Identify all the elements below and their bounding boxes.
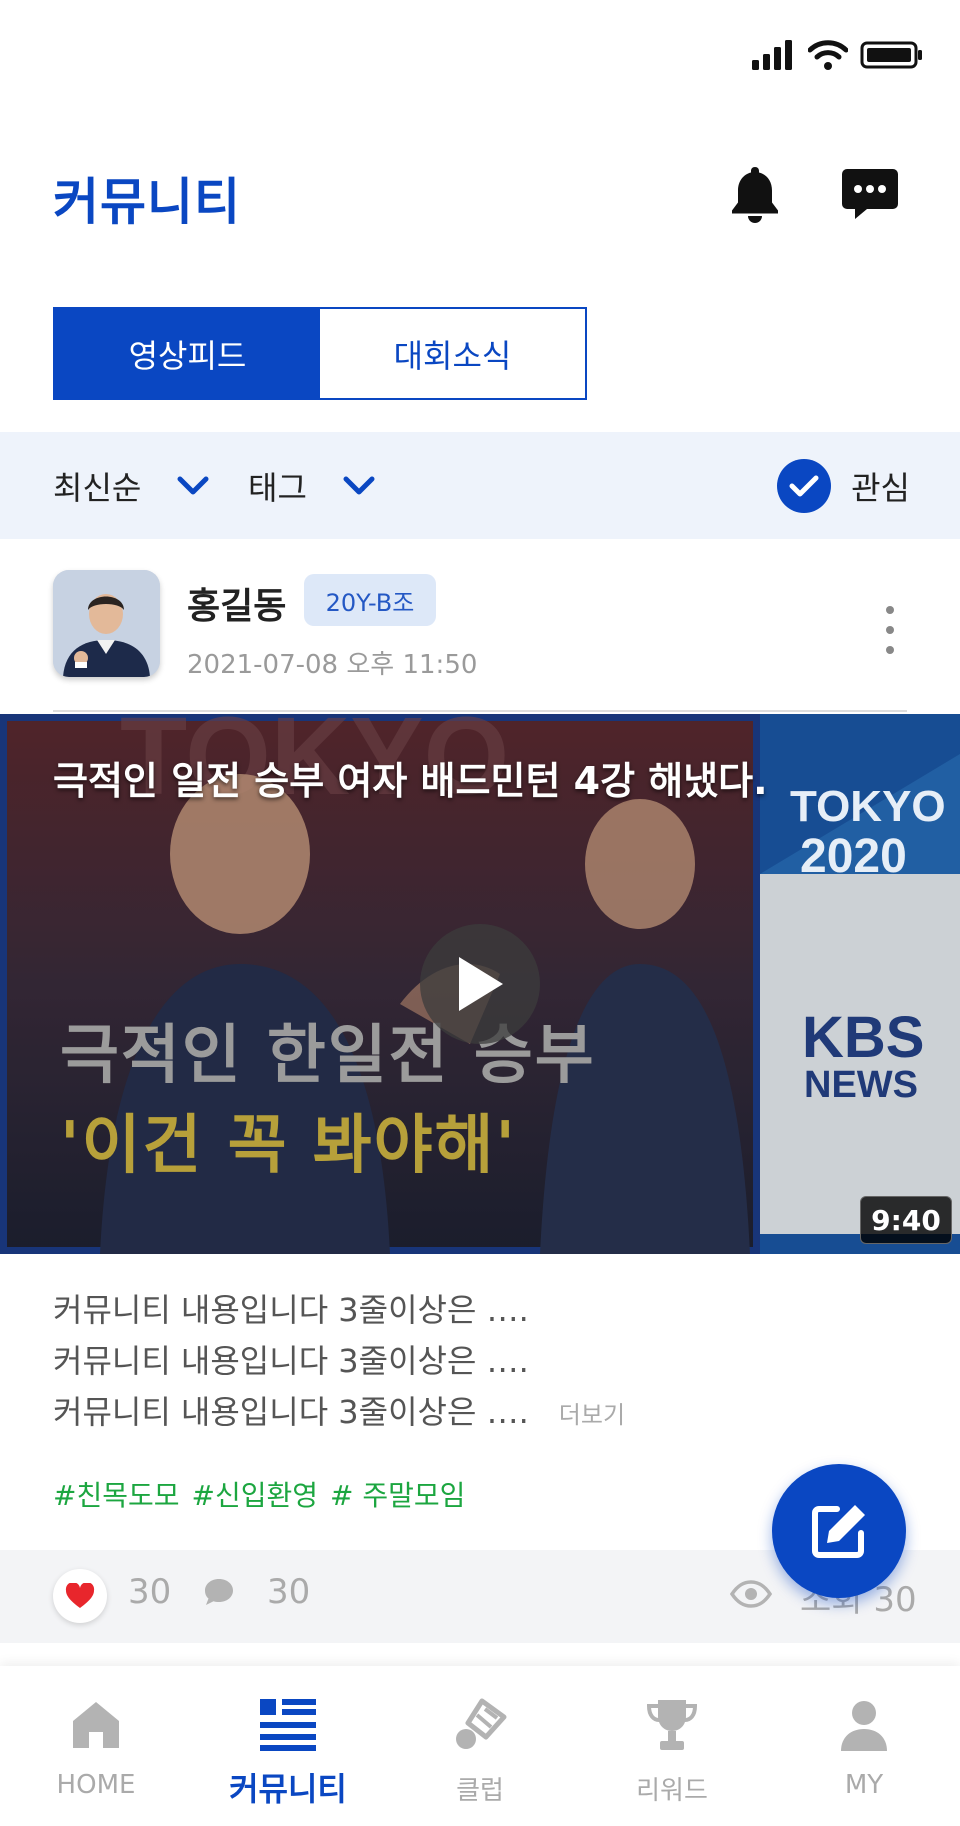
write-post-button[interactable] xyxy=(772,1464,906,1598)
nav-label: HOME xyxy=(56,1770,136,1800)
post-content: 커뮤니티 내용입니다 3줄이상은 …. 커뮤니티 내용입니다 3줄이상은 …. … xyxy=(53,1285,913,1441)
list-icon xyxy=(260,1699,316,1751)
tag-dropdown[interactable]: 태그 xyxy=(248,432,375,539)
author-name[interactable]: 홍길동 xyxy=(187,577,286,629)
tab-video-feed[interactable]: 영상피드 xyxy=(55,309,320,398)
nav-label: 커뮤니티 xyxy=(229,1770,347,1808)
bottom-navigation: HOME 커뮤니티 클럽 리워드 MY xyxy=(0,1666,960,1826)
bell-icon xyxy=(732,167,778,223)
content-line: 커뮤니티 내용입니다 3줄이상은 …. xyxy=(53,1342,529,1380)
nav-label: 리워드 xyxy=(636,1776,708,1806)
chevron-down-icon xyxy=(343,476,375,494)
chevron-down-icon xyxy=(177,476,209,494)
video-duration: 9:40 xyxy=(860,1196,952,1244)
comment-count: 30 xyxy=(267,1572,311,1612)
nav-my[interactable]: MY xyxy=(768,1666,960,1826)
sort-dropdown[interactable]: 최신순 xyxy=(53,432,209,539)
cellular-signal-icon xyxy=(752,40,792,70)
chat-bubble-icon xyxy=(842,169,898,219)
post-date: 2021-07-08 오후 11:50 xyxy=(187,650,478,680)
comment-icon xyxy=(205,1579,233,1605)
edit-icon xyxy=(812,1505,865,1558)
nav-club[interactable]: 클럽 xyxy=(384,1666,576,1826)
message-button[interactable] xyxy=(840,164,900,224)
trophy-icon xyxy=(646,1700,698,1750)
nav-label: MY xyxy=(844,1770,884,1800)
thumbnail-headline-2: '이건 꼭 봐야해' xyxy=(60,1109,518,1183)
like-button[interactable] xyxy=(53,1569,107,1623)
page-title: 커뮤니티 xyxy=(53,173,241,231)
nav-community[interactable]: 커뮤니티 xyxy=(192,1666,384,1826)
nav-label: 클럽 xyxy=(456,1776,504,1806)
heart-icon xyxy=(65,1583,95,1608)
shuttlecock-icon xyxy=(456,1698,507,1749)
hashtag[interactable]: #친목도모 xyxy=(53,1474,180,1514)
interest-label: 관심 xyxy=(851,468,910,507)
divider xyxy=(53,710,907,712)
like-count: 30 xyxy=(128,1572,172,1612)
battery-icon xyxy=(860,41,922,69)
video-title: 극적인 일전 승부 여자 배드민턴 4강 해냈다. xyxy=(53,759,768,803)
read-more-link[interactable]: 더보기 xyxy=(559,1401,625,1429)
content-line: 커뮤니티 내용입니다 3줄이상은 …. xyxy=(53,1393,529,1431)
filter-bar: 최신순 태그 관심 xyxy=(0,432,960,539)
notification-button[interactable] xyxy=(725,164,785,224)
person-icon xyxy=(841,1701,887,1751)
sort-label: 최신순 xyxy=(53,468,142,507)
nav-reward[interactable]: 리워드 xyxy=(576,1666,768,1826)
home-icon xyxy=(73,1702,119,1748)
wifi-icon xyxy=(808,40,848,70)
brand-tokyo: TOKYO xyxy=(790,782,946,831)
comment-button[interactable] xyxy=(203,1577,235,1611)
more-options-button[interactable] xyxy=(870,600,910,660)
interest-toggle[interactable]: 관심 xyxy=(777,432,910,539)
eye-icon xyxy=(729,1580,773,1612)
nav-home[interactable]: HOME xyxy=(0,1666,192,1826)
more-vertical-icon xyxy=(886,606,894,614)
hashtag[interactable]: # 주말모임 xyxy=(330,1474,465,1514)
tab-tournament-news[interactable]: 대회소식 xyxy=(320,309,585,398)
video-thumbnail[interactable]: TOKYO TOKYO 2020 KBS NEWS 극적인 한일전 승부 '이건… xyxy=(0,714,960,1254)
hashtag[interactable]: #신입환영 xyxy=(192,1474,319,1514)
header: 커뮤니티 xyxy=(0,150,960,240)
feed-tabs: 영상피드 대회소식 xyxy=(53,307,587,400)
status-bar xyxy=(0,0,960,110)
play-icon xyxy=(459,957,503,1011)
group-badge: 20Y-B조 xyxy=(304,574,436,626)
brand-kbs: KBS xyxy=(802,1005,925,1070)
avatar[interactable] xyxy=(53,570,160,677)
brand-year: 2020 xyxy=(800,830,907,883)
brand-news: NEWS xyxy=(804,1064,918,1106)
check-icon xyxy=(777,458,832,513)
hashtags: #친목도모 #신입환영 # 주말모임 xyxy=(53,1474,465,1514)
tag-label: 태그 xyxy=(248,468,307,507)
content-line: 커뮤니티 내용입니다 3줄이상은 …. xyxy=(53,1291,529,1329)
post-header: 홍길동 20Y-B조 2021-07-08 오후 11:50 xyxy=(0,560,960,710)
play-button[interactable] xyxy=(420,924,540,1044)
